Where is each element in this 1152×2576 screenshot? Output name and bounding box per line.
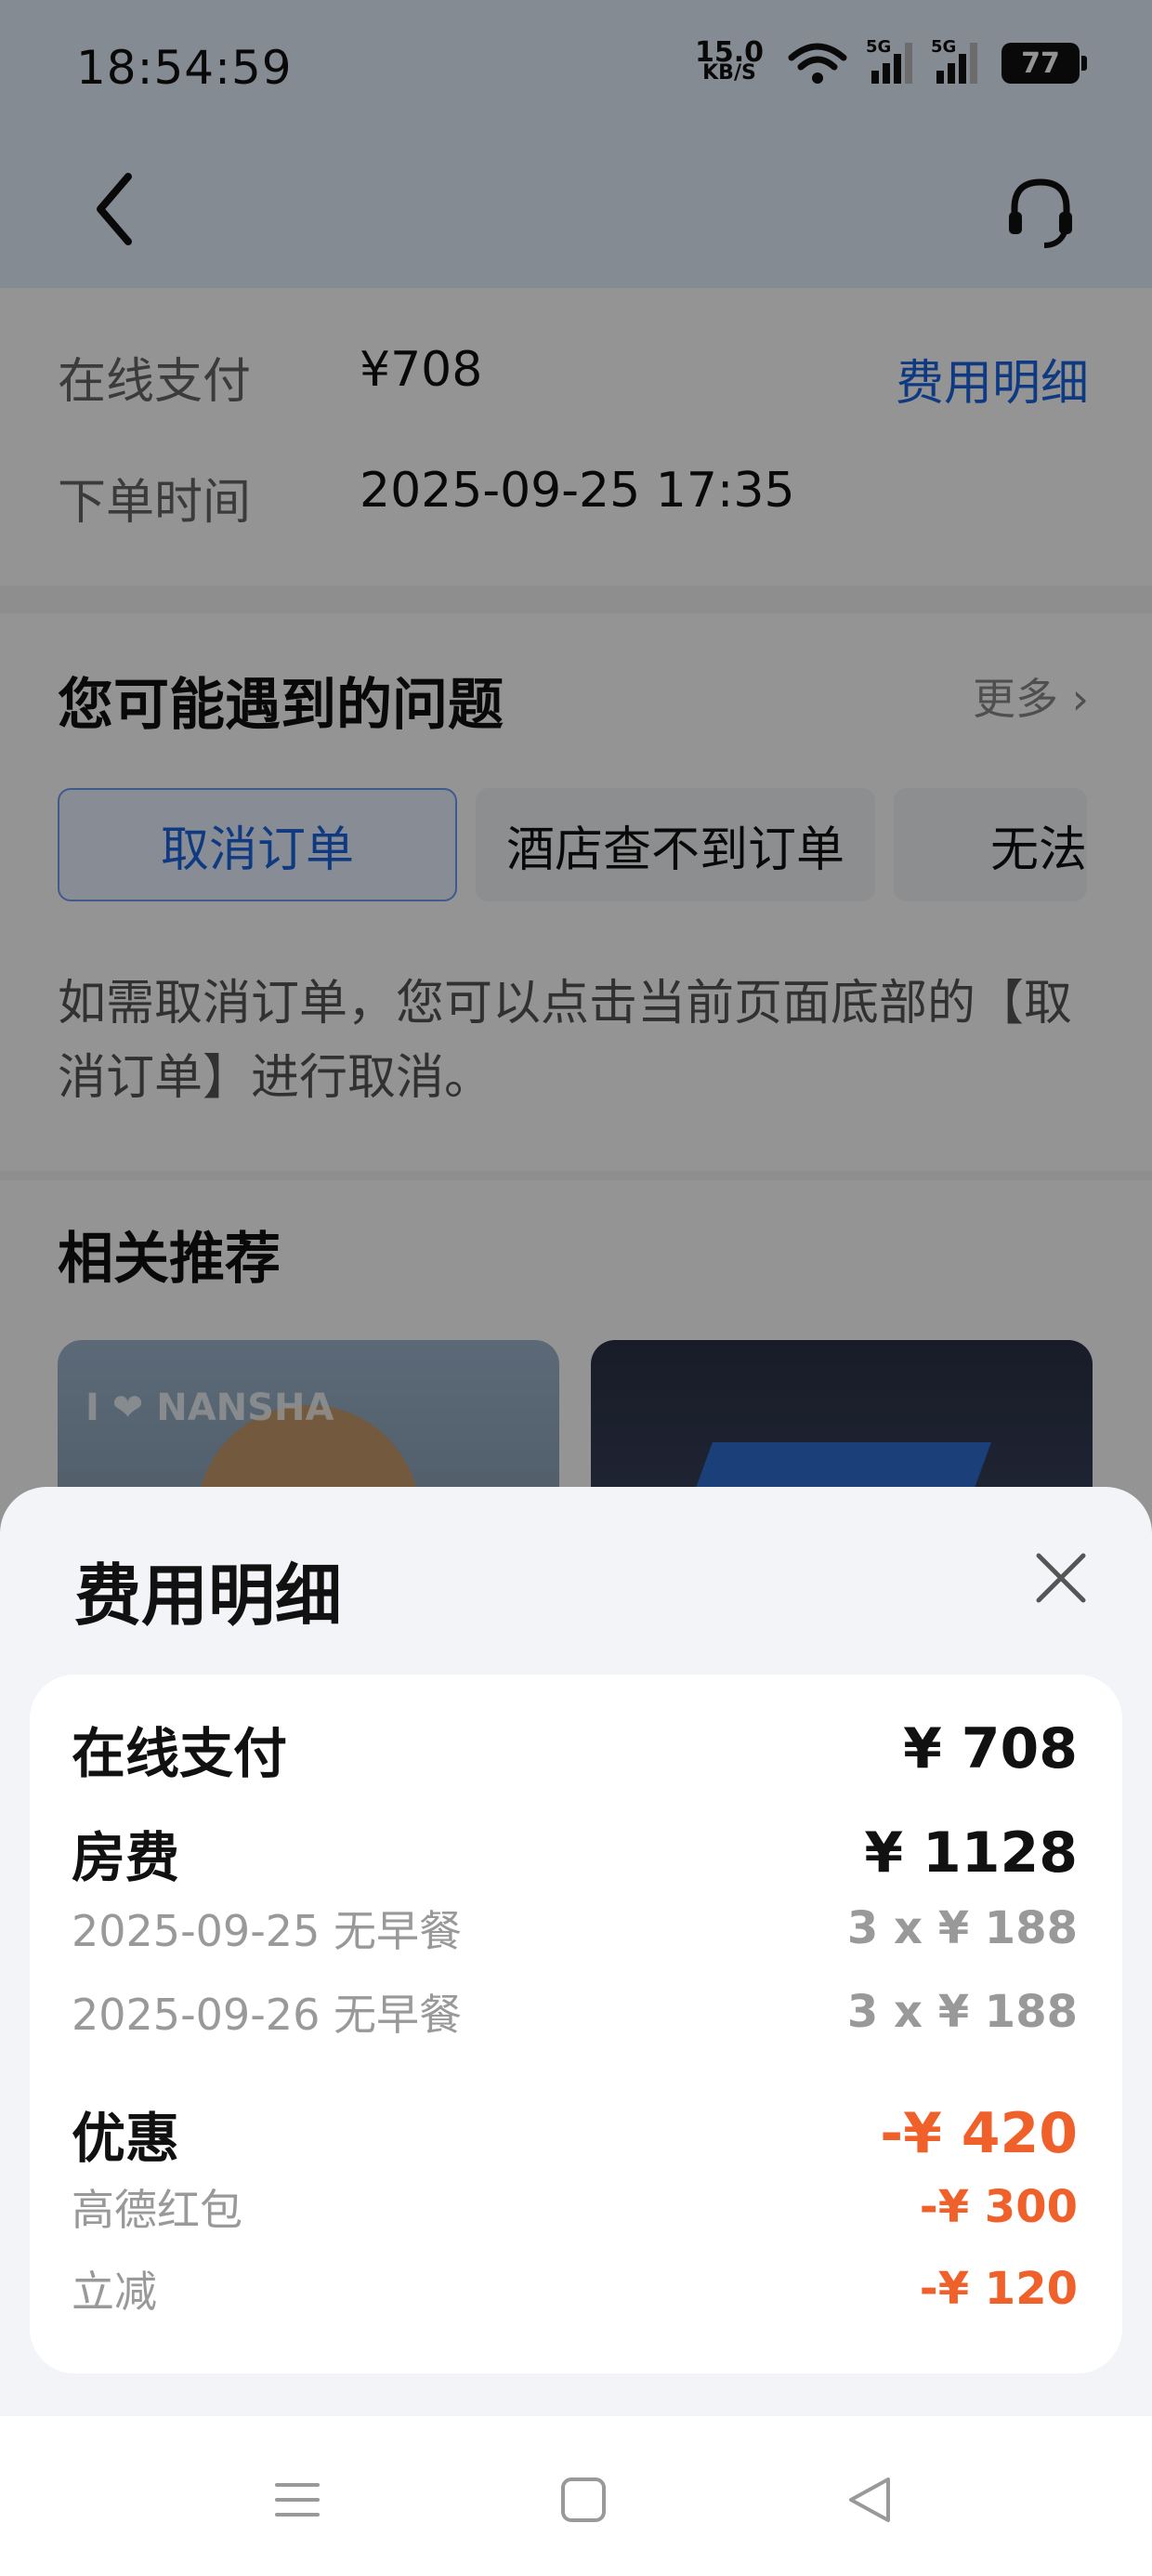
discount-item-label: 立减 bbox=[72, 2267, 157, 2317]
room-item-label: 2025-09-26 无早餐 bbox=[72, 1990, 462, 2040]
room-fee-label: 房费 bbox=[72, 1826, 180, 1889]
back-triangle-icon[interactable] bbox=[842, 2472, 897, 2528]
room-fee-row: 房费 ¥ 1128 bbox=[72, 1814, 1078, 1892]
discount-item-amount: -¥ 120 bbox=[919, 2263, 1078, 2315]
fee-detail-sheet: 费用明细 在线支付 ¥ 708 房费 ¥ 1128 2025-09-25 无早餐… bbox=[0, 1487, 1152, 2576]
system-nav-bar bbox=[0, 2416, 1152, 2576]
menu-icon[interactable] bbox=[269, 2472, 325, 2528]
room-item-label: 2025-09-25 无早餐 bbox=[72, 1906, 462, 1956]
online-pay-total-row: 在线支付 ¥ 708 bbox=[72, 1710, 1078, 1788]
online-pay-total-amount: ¥ 708 bbox=[903, 1716, 1078, 1781]
fee-detail-card: 在线支付 ¥ 708 房费 ¥ 1128 2025-09-25 无早餐 3 x … bbox=[30, 1675, 1122, 2373]
room-item-amount: 3 x ¥ 188 bbox=[846, 1902, 1078, 1954]
discount-label: 优惠 bbox=[72, 2107, 180, 2170]
room-item-row: 2025-09-26 无早餐 3 x ¥ 188 bbox=[72, 1981, 1078, 2043]
close-icon[interactable] bbox=[1031, 1548, 1091, 1608]
discount-amount: -¥ 420 bbox=[880, 2101, 1078, 2166]
room-item-amount: 3 x ¥ 188 bbox=[846, 1986, 1078, 2038]
discount-item-amount: -¥ 300 bbox=[919, 2181, 1078, 2233]
discount-item-label: 高德红包 bbox=[72, 2185, 242, 2235]
online-pay-total-label: 在线支付 bbox=[72, 1722, 288, 1785]
room-item-row: 2025-09-25 无早餐 3 x ¥ 188 bbox=[72, 1898, 1078, 1959]
sheet-title: 费用明细 bbox=[74, 1557, 343, 1635]
home-square-icon[interactable] bbox=[556, 2472, 611, 2528]
room-fee-amount: ¥ 1128 bbox=[864, 1820, 1078, 1886]
discount-item-row: 高德红包 -¥ 300 bbox=[72, 2176, 1078, 2238]
discount-row: 优惠 -¥ 420 bbox=[72, 2095, 1078, 2173]
discount-item-row: 立减 -¥ 120 bbox=[72, 2258, 1078, 2320]
